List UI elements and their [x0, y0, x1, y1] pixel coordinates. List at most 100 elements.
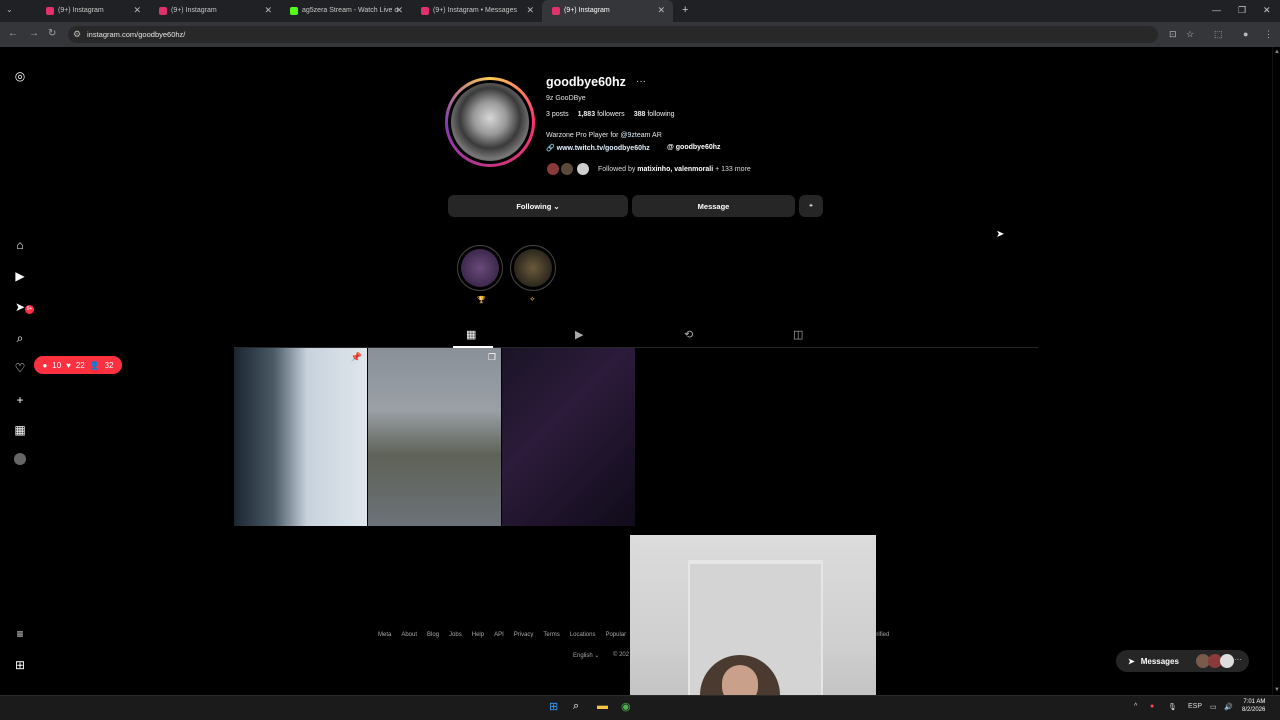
display-name: 9z GooDBye — [546, 95, 586, 102]
chrome-taskbar-icon[interactable]: ◉ — [621, 700, 631, 713]
close-tab-icon[interactable]: ✕ — [526, 5, 534, 16]
options-icon[interactable]: ··· — [636, 76, 646, 87]
keyboard-language[interactable]: ESP — [1188, 703, 1202, 710]
reposts-tab-icon[interactable]: ⟲ — [684, 328, 693, 341]
reels-tab-icon[interactable]: ▶ — [575, 328, 583, 341]
url-text[interactable]: instagram.com/goodbye60hz/ — [87, 30, 185, 39]
notifications-heart-icon[interactable]: ♡ — [12, 360, 28, 376]
more-menu-icon[interactable]: ≡ — [12, 626, 28, 642]
followers-link[interactable]: 1,883 followers — [578, 111, 625, 118]
following-button[interactable]: Following ⌄ — [448, 195, 628, 217]
forward-icon[interactable]: → — [29, 28, 39, 39]
browser-tab-active[interactable]: (9+) Instagram ✕ — [542, 0, 673, 22]
tab-title: (9+) Instagram • Messages — [433, 7, 517, 14]
mouse-cursor-icon: ➤ — [996, 229, 1005, 240]
notifications-popup[interactable]: ● 10 ♥ 22 👤 32 — [34, 356, 122, 374]
create-icon[interactable]: + — [12, 392, 28, 408]
following-link[interactable]: 388 following — [634, 111, 675, 118]
posts-count: 3 posts — [546, 111, 569, 118]
also-from-meta-icon[interactable]: ⊞ — [12, 657, 28, 673]
instagram-icon — [552, 7, 560, 15]
dashboard-icon[interactable]: ▦ — [12, 422, 28, 438]
followed-by-text[interactable]: Followed by matixinho, valenmorali + 133… — [598, 166, 751, 173]
footer-link[interactable]: Jobs — [449, 632, 462, 638]
close-tab-icon[interactable]: ✕ — [133, 5, 141, 16]
new-tab-button[interactable]: + — [682, 4, 688, 16]
tagged-tab-icon[interactable]: ◫ — [793, 328, 803, 341]
close-tab-icon[interactable]: ✕ — [395, 5, 403, 16]
language-selector[interactable]: English ⌄ — [573, 652, 599, 659]
profile-link[interactable]: 🔗 www.twitch.tv/goodbye60hz — [546, 144, 650, 152]
messenger-icon: ➤ — [1128, 656, 1135, 666]
browser-tab[interactable]: (9+) Instagram ✕ — [18, 0, 149, 22]
threads-link[interactable]: @ goodbye60hz — [667, 144, 721, 151]
reload-icon[interactable]: ↻ — [48, 28, 56, 39]
browser-tab[interactable]: ag5zera Stream - Watch Live o ✕ — [280, 0, 411, 22]
network-icon[interactable]: ▭ — [1210, 703, 1217, 711]
footer-link[interactable]: Terms — [543, 632, 559, 638]
footer-link[interactable]: Blog — [427, 632, 439, 638]
install-icon[interactable]: ⊡ — [1169, 29, 1177, 40]
message-button[interactable]: Message — [632, 195, 795, 217]
comments-count: 10 — [52, 360, 62, 370]
taskbar-search-icon[interactable]: ⌕ — [573, 700, 579, 713]
tray-chevron-icon[interactable]: ^ — [1134, 703, 1137, 710]
add-user-icon: ⁺ — [809, 201, 813, 211]
scrollbar[interactable]: ▲ ▼ — [1272, 47, 1280, 695]
footer-link[interactable]: Popular — [605, 632, 626, 638]
taskbar — [0, 695, 1280, 720]
site-info-icon[interactable]: ⚙ — [73, 29, 81, 40]
post-thumbnail[interactable]: 📌 — [234, 348, 367, 526]
minimize-icon[interactable]: — — [1212, 5, 1221, 15]
footer-link[interactable]: Help — [472, 632, 484, 638]
kick-icon — [290, 7, 298, 15]
browser-tab[interactable]: (9+) Instagram ✕ — [149, 0, 280, 22]
address-bar[interactable] — [68, 26, 1158, 43]
profile-nav-avatar[interactable] — [14, 453, 26, 465]
close-tab-icon[interactable]: ✕ — [264, 5, 272, 16]
file-explorer-icon[interactable]: ▬ — [597, 700, 608, 712]
profile-avatar[interactable] — [448, 80, 532, 164]
restore-icon[interactable]: ❐ — [1238, 5, 1246, 16]
browser-tab[interactable]: (9+) Instagram • Messages ✕ — [411, 0, 542, 22]
mic-icon[interactable]: 🎙 — [1168, 703, 1177, 711]
browser-toolbar: ← → ↻ — [0, 22, 1280, 47]
carousel-icon: ❐ — [487, 352, 496, 362]
tab-title: (9+) Instagram — [564, 7, 610, 14]
volume-icon[interactable]: 🔊 — [1224, 703, 1233, 711]
footer-link[interactable]: Meta — [378, 632, 391, 638]
instagram-logo-icon[interactable]: ◎ — [12, 68, 28, 84]
search-icon[interactable]: ⌕ — [12, 330, 28, 346]
follower-avatar — [546, 162, 560, 176]
instagram-icon — [159, 7, 167, 15]
post-thumbnail[interactable]: ❐ — [368, 348, 501, 526]
tab-search-icon[interactable]: ⌄ — [6, 5, 13, 14]
instagram-icon — [46, 7, 54, 15]
footer-link[interactable]: About — [401, 632, 417, 638]
back-icon[interactable]: ← — [8, 28, 18, 39]
bookmark-star-icon[interactable]: ☆ — [1186, 29, 1194, 40]
extensions-icon[interactable]: ⬚ — [1214, 29, 1223, 40]
suggested-users-button[interactable]: ⁺ — [799, 195, 823, 217]
post-thumbnail[interactable] — [502, 348, 635, 526]
menu-icon[interactable]: ⋮ — [1264, 29, 1273, 40]
clock[interactable]: 7:01 AM 8/2/2026 — [1242, 698, 1265, 714]
footer-link[interactable]: API — [494, 632, 504, 638]
tab-title: ag5zera Stream - Watch Live o — [302, 7, 399, 14]
comment-icon: ● — [42, 360, 48, 370]
story-highlight[interactable] — [510, 245, 556, 291]
story-highlight[interactable] — [457, 245, 503, 291]
posts-grid-tab-icon[interactable]: ▦ — [466, 328, 476, 341]
close-tab-icon[interactable]: ✕ — [657, 5, 665, 16]
start-icon[interactable]: ⊞ — [549, 700, 558, 713]
footer-link[interactable]: Locations — [570, 632, 596, 638]
tray-app-icon[interactable]: ● — [1150, 703, 1154, 710]
home-icon[interactable]: ⌂ — [12, 237, 28, 253]
more-icon[interactable]: ··· — [1234, 655, 1242, 664]
footer-link[interactable]: Privacy — [514, 632, 534, 638]
close-window-icon[interactable]: ✕ — [1263, 5, 1271, 16]
bio-team-tag[interactable]: @9zteam — [620, 132, 650, 139]
tab-title: (9+) Instagram — [58, 7, 104, 14]
profile-icon[interactable]: ● — [1243, 29, 1248, 39]
reels-icon[interactable]: ▶ — [12, 268, 28, 284]
